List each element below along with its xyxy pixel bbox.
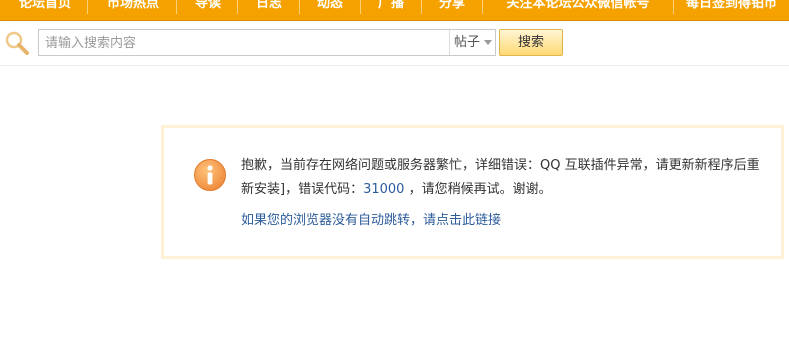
nav-divider (299, 0, 300, 14)
nav-divider (421, 0, 422, 14)
search-button[interactable]: 搜索 (499, 29, 563, 56)
error-code: 31000 (363, 182, 405, 197)
redirect-link[interactable]: 如果您的浏览器没有自动跳转，请点击此链接 (241, 211, 501, 231)
nav-divider (482, 0, 483, 14)
nav-item-guide[interactable]: 导读 (190, 0, 226, 14)
top-nav: 论坛首页 市场热点 导读 日志 动态 广播 分享 关注本论坛公众微信帐号 每日签… (0, 0, 789, 21)
search-bar: 帖子 搜索 (0, 21, 789, 66)
chevron-down-icon (484, 40, 492, 45)
nav-item-forum-home[interactable]: 论坛首页 (15, 0, 75, 14)
error-message: 抱歉，当前存在网络问题或服务器繁忙，详细错误：QQ 互联插件异常，请更新新程序后… (241, 154, 761, 202)
nav-divider (673, 0, 674, 14)
search-box: 帖子 (38, 29, 496, 56)
info-icon (193, 158, 227, 192)
nav-item-market-hot[interactable]: 市场热点 (103, 0, 163, 14)
nav-divider (237, 0, 238, 14)
nav-divider (360, 0, 361, 14)
nav-item-share[interactable]: 分享 (434, 0, 470, 14)
error-alert: 抱歉，当前存在网络问题或服务器繁忙，详细错误：QQ 互联插件异常，请更新新程序后… (161, 125, 784, 259)
nav-item-follow-wechat[interactable]: 关注本论坛公众微信帐号 (496, 0, 660, 14)
search-type-select[interactable]: 帖子 (449, 30, 495, 55)
error-message-suffix: ，请您稍候再试。谢谢。 (404, 182, 552, 197)
search-input[interactable] (45, 33, 445, 53)
nav-item-blog[interactable]: 日志 (251, 0, 287, 14)
nav-item-broadcast[interactable]: 广播 (373, 0, 409, 14)
nav-divider (176, 0, 177, 14)
nav-item-feed[interactable]: 动态 (312, 0, 348, 14)
magnifier-icon (3, 30, 33, 56)
nav-item-daily-checkin[interactable]: 每日签到得铂币 (686, 0, 789, 14)
nav-divider (87, 0, 88, 14)
search-type-label: 帖子 (454, 35, 481, 50)
